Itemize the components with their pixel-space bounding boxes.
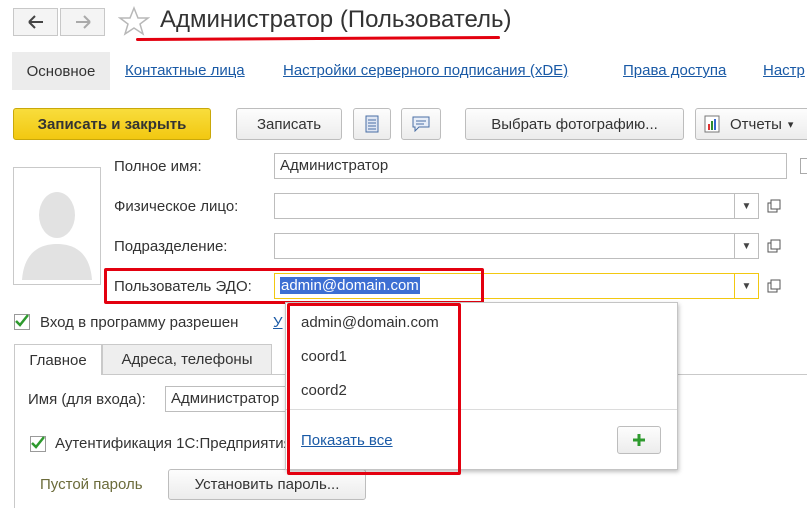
empty-password-label: Пустой пароль xyxy=(40,476,143,493)
favorite-button[interactable] xyxy=(117,5,151,41)
auth-label: Аутентификация 1С:Предприятия xyxy=(55,435,285,452)
edo-user-dropdown-button[interactable]: ▼ xyxy=(735,273,759,299)
add-button[interactable] xyxy=(617,426,661,454)
subtab-main[interactable]: Главное xyxy=(14,344,102,375)
edo-user-open-button[interactable] xyxy=(761,273,787,299)
open-window-icon xyxy=(767,239,781,253)
highlight-dropdown xyxy=(287,303,461,475)
tab-contacts[interactable]: Контактные лица xyxy=(125,62,245,79)
chevron-down-icon: ▼ xyxy=(741,200,752,212)
chevron-down-icon: ▾ xyxy=(787,118,794,131)
login-name-field[interactable]: Администратор xyxy=(165,386,295,412)
department-dropdown-button[interactable]: ▼ xyxy=(735,233,759,259)
individual-label: Физическое лицо: xyxy=(114,198,239,215)
department-label: Подразделение: xyxy=(114,238,228,255)
individual-dropdown-button[interactable]: ▼ xyxy=(735,193,759,219)
login-allowed-checkbox[interactable] xyxy=(14,314,30,330)
choose-photo-button[interactable]: Выбрать фотографию... xyxy=(465,108,684,140)
plus-icon xyxy=(633,434,645,446)
forward-button[interactable] xyxy=(60,8,105,36)
list-button[interactable] xyxy=(353,108,391,140)
star-icon xyxy=(117,5,151,36)
list-icon xyxy=(365,115,379,133)
department-open-button[interactable] xyxy=(761,233,787,259)
open-window-icon xyxy=(767,199,781,213)
report-icon xyxy=(704,115,720,133)
user-photo[interactable] xyxy=(13,167,101,285)
title-highlight-underline xyxy=(135,36,501,41)
comment-icon xyxy=(412,116,430,132)
department-field[interactable] xyxy=(274,233,735,259)
tab-server-signing[interactable]: Настройки серверного подписания (xDE) xyxy=(283,62,568,79)
checkmark-icon xyxy=(31,436,45,449)
login-allowed-link[interactable]: У xyxy=(273,314,283,331)
save-and-close-button[interactable]: Записать и закрыть xyxy=(13,108,211,140)
checkmark-icon xyxy=(15,314,29,327)
tab-left-border xyxy=(14,375,15,508)
tab-access-rights[interactable]: Права доступа xyxy=(623,62,726,79)
login-name-label: Имя (для входа): xyxy=(28,391,146,408)
comment-button[interactable] xyxy=(401,108,441,140)
reports-button[interactable]: Отчеты ▾ xyxy=(695,108,807,140)
arrow-right-icon xyxy=(75,15,91,29)
chevron-down-icon: ▼ xyxy=(741,240,752,252)
save-button[interactable]: Записать xyxy=(236,108,342,140)
login-allowed-label: Вход в программу разрешен xyxy=(40,314,239,331)
highlight-edo-user xyxy=(104,268,484,304)
full-name-field[interactable]: Администратор xyxy=(274,153,787,179)
reports-label: Отчеты xyxy=(730,115,782,133)
chevron-down-icon: ▼ xyxy=(741,280,752,292)
auth-checkbox[interactable] xyxy=(30,436,46,452)
arrow-left-icon xyxy=(27,15,43,29)
individual-open-button[interactable] xyxy=(761,193,787,219)
subtab-addresses[interactable]: Адреса, телефоны xyxy=(102,344,272,375)
open-window-icon xyxy=(767,279,781,293)
full-name-label: Полное имя: xyxy=(114,158,202,175)
individual-field[interactable] xyxy=(274,193,735,219)
extra-checkbox[interactable] xyxy=(800,158,807,174)
tab-settings-truncated[interactable]: Настр xyxy=(763,62,805,79)
back-button[interactable] xyxy=(13,8,58,36)
avatar-icon xyxy=(22,192,92,280)
page-title: Администратор (Пользователь) xyxy=(160,6,512,33)
tab-main[interactable]: Основное xyxy=(12,52,110,90)
